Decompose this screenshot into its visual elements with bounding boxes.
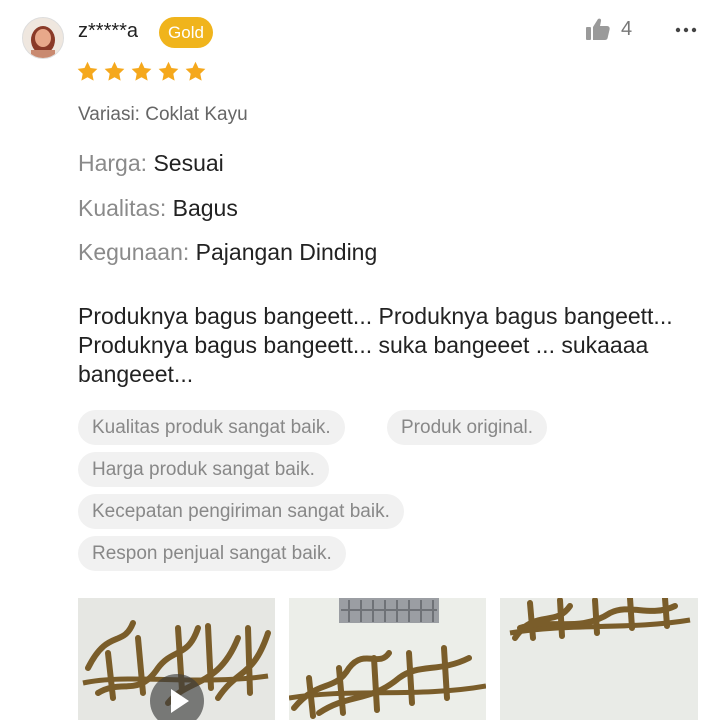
attribute-usage: Kegunaan: Pajangan Dinding (78, 239, 377, 266)
attribute-price: Harga: Sesuai (78, 150, 224, 177)
avatar[interactable] (22, 17, 64, 59)
tag-chip[interactable]: Kecepatan pengiriman sangat baik. (78, 494, 404, 529)
star-icon (185, 61, 206, 81)
more-options-button[interactable] (674, 20, 698, 40)
review-video-thumbnail[interactable] (78, 598, 275, 720)
attribute-key: Kegunaan: (78, 239, 190, 265)
like-button[interactable]: 4 (585, 17, 632, 41)
thumbs-up-icon (586, 18, 610, 40)
review-photo[interactable] (500, 598, 698, 720)
review-text: Produknya bagus bangeett... Produknya ba… (78, 303, 673, 387)
star-icon (104, 61, 125, 81)
like-count: 4 (621, 17, 633, 40)
review-photo[interactable] (289, 598, 486, 720)
tag-chip[interactable]: Respon penjual sangat baik. (78, 536, 346, 571)
attribute-value: Sesuai (153, 150, 224, 176)
attribute-value: Bagus (172, 195, 238, 221)
attribute-key: Harga: (78, 150, 148, 176)
attribute-key: Kualitas: (78, 195, 167, 221)
play-icon (171, 689, 189, 713)
tag-chip[interactable]: Produk original. (387, 410, 548, 445)
star-icon (131, 61, 152, 81)
play-button[interactable] (150, 674, 204, 720)
more-dots-icon (675, 27, 697, 33)
tag-chip[interactable]: Kualitas produk sangat baik. (78, 410, 345, 445)
tag-chip[interactable]: Harga produk sangat baik. (78, 452, 329, 487)
attribute-value: Pajangan Dinding (195, 239, 378, 265)
star-icon (158, 61, 179, 81)
star-rating (76, 60, 207, 83)
star-icon (77, 61, 98, 81)
variation-label: Variasi: Coklat Kayu (78, 104, 248, 125)
attribute-quality: Kualitas: Bagus (78, 195, 238, 222)
username: z*****a (78, 20, 139, 42)
gold-badge: Gold (159, 17, 213, 48)
